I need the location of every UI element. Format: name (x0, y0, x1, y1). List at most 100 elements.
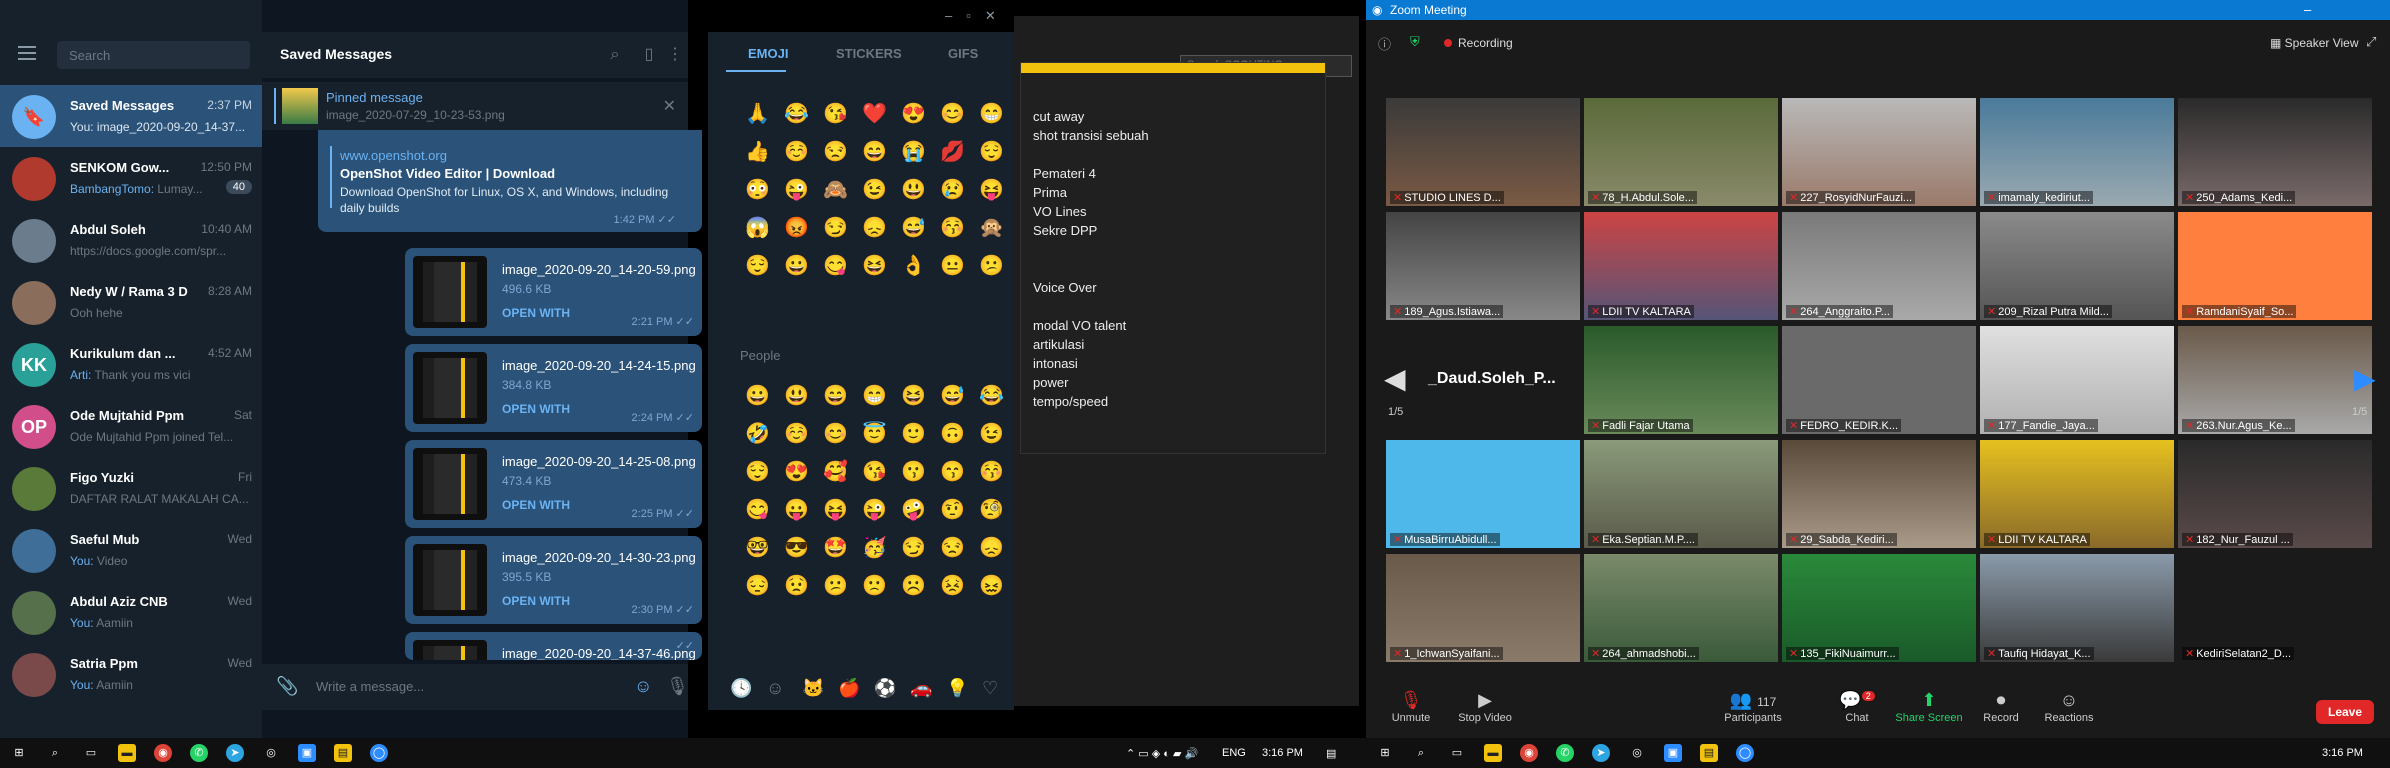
chat-list-item[interactable]: OP Ode Mujtahid Ppm Sat Ode Mujtahid Ppm jo… (0, 395, 262, 457)
chat-list-item[interactable]: Abdul Aziz CNB Wed You: Aamiin (0, 581, 262, 643)
task-view-icon[interactable]: ▭ (82, 744, 100, 762)
chat-list-item[interactable]: Satria Ppm Wed You: Aamiin (0, 643, 262, 705)
emoji-item[interactable]: 😡 (777, 216, 816, 240)
emoji-item[interactable]: 😢 (933, 178, 972, 202)
participant-tile[interactable]: ✕ Taufiq Hidayat_K... (1980, 554, 2174, 662)
emoji-item[interactable]: 😍 (777, 460, 816, 484)
emoji-item[interactable]: 🤩 (816, 536, 855, 560)
file-message[interactable]: image_2020-09-20_14-20-59.png 496.6 KB OPE… (405, 248, 702, 336)
emoji-item[interactable]: 🙃 (933, 422, 972, 446)
animal-icon[interactable]: 🐱 (802, 678, 824, 699)
emoji-item[interactable]: 😅 (933, 384, 972, 408)
emoji-item[interactable]: 😀 (777, 254, 816, 278)
link-url[interactable]: www.openshot.org (340, 148, 447, 163)
notes-window[interactable]: cut away shot transisi sebuah Pemateri 4… (1020, 62, 1326, 454)
food-icon[interactable]: 🍎 (838, 678, 860, 699)
chat-list-item[interactable]: Saeful Mub Wed You: Video (0, 519, 262, 581)
whatsapp-icon-2[interactable]: ✆ (1556, 744, 1574, 762)
emoji-item[interactable]: 😞 (972, 536, 1011, 560)
participant-tile[interactable]: ✕ MusaBirruAbidull... (1386, 440, 1580, 548)
chat-list-item[interactable]: Figo Yuzki Fri DAFTAR RALAT MAKALAH CA... (0, 457, 262, 519)
emoji-item[interactable]: 😃 (894, 178, 933, 202)
emoji-item[interactable]: 😔 (738, 574, 777, 598)
file-message[interactable]: image_2020-09-20_14-37-46.png409.9 KBOPE… (405, 632, 702, 660)
notification-icon[interactable]: ▤ (1326, 747, 1336, 760)
microphone-icon[interactable]: 🎙 (666, 676, 689, 697)
more-icon[interactable]: ⋮ (666, 46, 684, 64)
participant-tile[interactable]: ✕ LDII TV KALTARA (1584, 212, 1778, 320)
emoji-item[interactable]: 👌 (894, 254, 933, 278)
file-thumbnail[interactable] (413, 544, 487, 616)
emoji-item[interactable]: 👍 (738, 140, 777, 164)
file-message[interactable]: image_2020-09-20_14-25-08.png 473.4 KB OPE… (405, 440, 702, 528)
emoji-item[interactable]: 😝 (816, 498, 855, 522)
emoji-item[interactable]: 😋 (816, 254, 855, 278)
file-explorer-icon[interactable]: ▬ (118, 744, 136, 762)
emoji-item[interactable]: 🤓 (738, 536, 777, 560)
participant-tile[interactable]: ✕ FEDRO_KEDIR.K... (1782, 326, 1976, 434)
emoji-item[interactable]: 🤨 (933, 498, 972, 522)
symbols-icon[interactable]: ♡ (982, 678, 998, 699)
reactions-button[interactable]: ☺ Reactions (2034, 690, 2104, 724)
emoji-item[interactable]: 😕 (816, 574, 855, 598)
search-icon[interactable]: ⌕ (606, 46, 624, 64)
emoji-item[interactable]: 😆 (855, 254, 894, 278)
emoji-item[interactable]: 😘 (816, 102, 855, 126)
emoji-item[interactable]: 😭 (894, 140, 933, 164)
travel-icon[interactable]: 🚗 (910, 678, 932, 699)
app-icon-2[interactable]: ◎ (1628, 744, 1646, 762)
file-thumbnail[interactable] (413, 448, 487, 520)
file-thumbnail[interactable] (413, 640, 487, 660)
participant-tile[interactable]: ✕ imamaly_kediriut... (1980, 98, 2174, 206)
recording-indicator[interactable]: Recording (1444, 36, 1513, 50)
emoji-item[interactable]: 😀 (738, 384, 777, 408)
chrome-icon[interactable]: ◉ (154, 744, 172, 762)
emoji-item[interactable]: 😗 (894, 460, 933, 484)
emoji-item[interactable]: 😎 (777, 536, 816, 560)
chat-list-item[interactable]: KK Kurikulum dan ... 4:52 AM Arti: Thank yo… (0, 333, 262, 395)
emoji-item[interactable]: 😒 (816, 140, 855, 164)
emoji-item[interactable]: 😊 (816, 422, 855, 446)
clock-left[interactable]: 3:16 PM (1262, 747, 1303, 759)
emoji-item[interactable]: 😜 (777, 178, 816, 202)
sport-icon[interactable]: ⚽ (874, 678, 896, 699)
participant-tile[interactable]: ✕ RamdaniSyaif_So... (2178, 212, 2372, 320)
app-icon[interactable]: ◎ (262, 744, 280, 762)
close-icon[interactable]: ✕ (663, 96, 676, 116)
participant-tile[interactable]: ✕ Fadli Fajar Utama (1584, 326, 1778, 434)
participant-tile[interactable]: ✕ LDII TV KALTARA (1980, 440, 2174, 548)
next-page-icon[interactable]: ▶ (2354, 362, 2376, 395)
emoji-item[interactable]: 😃 (777, 384, 816, 408)
emoji-item[interactable]: ☹️ (894, 574, 933, 598)
participant-tile[interactable]: ✕ 263.Nur.Agus_Ke... (2178, 326, 2372, 434)
file-thumbnail[interactable] (413, 352, 487, 424)
emoji-item[interactable]: 😆 (894, 384, 933, 408)
emoji-item[interactable]: 😂 (972, 384, 1011, 408)
tab-stickers[interactable]: STICKERS (836, 46, 902, 61)
participant-tile[interactable]: ✕ 264_Anggraito.P... (1782, 212, 1976, 320)
emoji-item[interactable]: 😍 (894, 102, 933, 126)
participant-tile[interactable]: ✕ 209_Rizal Putra Mild... (1980, 212, 2174, 320)
emoji-item[interactable]: 😘 (855, 460, 894, 484)
participant-tile[interactable]: ✕ 189_Agus.Istiawa... (1386, 212, 1580, 320)
emoji-item[interactable]: 😉 (972, 422, 1011, 446)
search-icon[interactable]: ⌕ (46, 744, 64, 762)
smiley-icon[interactable]: ☺ (766, 678, 784, 699)
participant-tile[interactable]: ✕ 250_Adams_Kedi... (2178, 98, 2372, 206)
menu-icon[interactable] (18, 46, 36, 60)
emoji-item[interactable]: 😜 (855, 498, 894, 522)
emoji-item[interactable]: 😉 (855, 178, 894, 202)
emoji-item[interactable]: 💋 (933, 140, 972, 164)
emoji-item[interactable]: 🧐 (972, 498, 1011, 522)
participant-tile[interactable]: ✕ 29_Sabda_Kediri... (1782, 440, 1976, 548)
file-explorer-icon-2[interactable]: ▬ (1484, 744, 1502, 762)
emoji-item[interactable]: 🙈 (816, 178, 855, 202)
stop-video-button[interactable]: ▶ Stop Video (1450, 690, 1520, 724)
tab-emoji[interactable]: EMOJI (748, 46, 788, 61)
tab-gifs[interactable]: GIFS (948, 46, 978, 61)
emoji-item[interactable]: 🙁 (855, 574, 894, 598)
participant-tile[interactable]: ✕ Eka.Septian.M.P.... (1584, 440, 1778, 548)
file-thumbnail[interactable] (413, 256, 487, 328)
search-input[interactable]: Search (57, 41, 250, 69)
emoji-item[interactable]: 😐 (933, 254, 972, 278)
